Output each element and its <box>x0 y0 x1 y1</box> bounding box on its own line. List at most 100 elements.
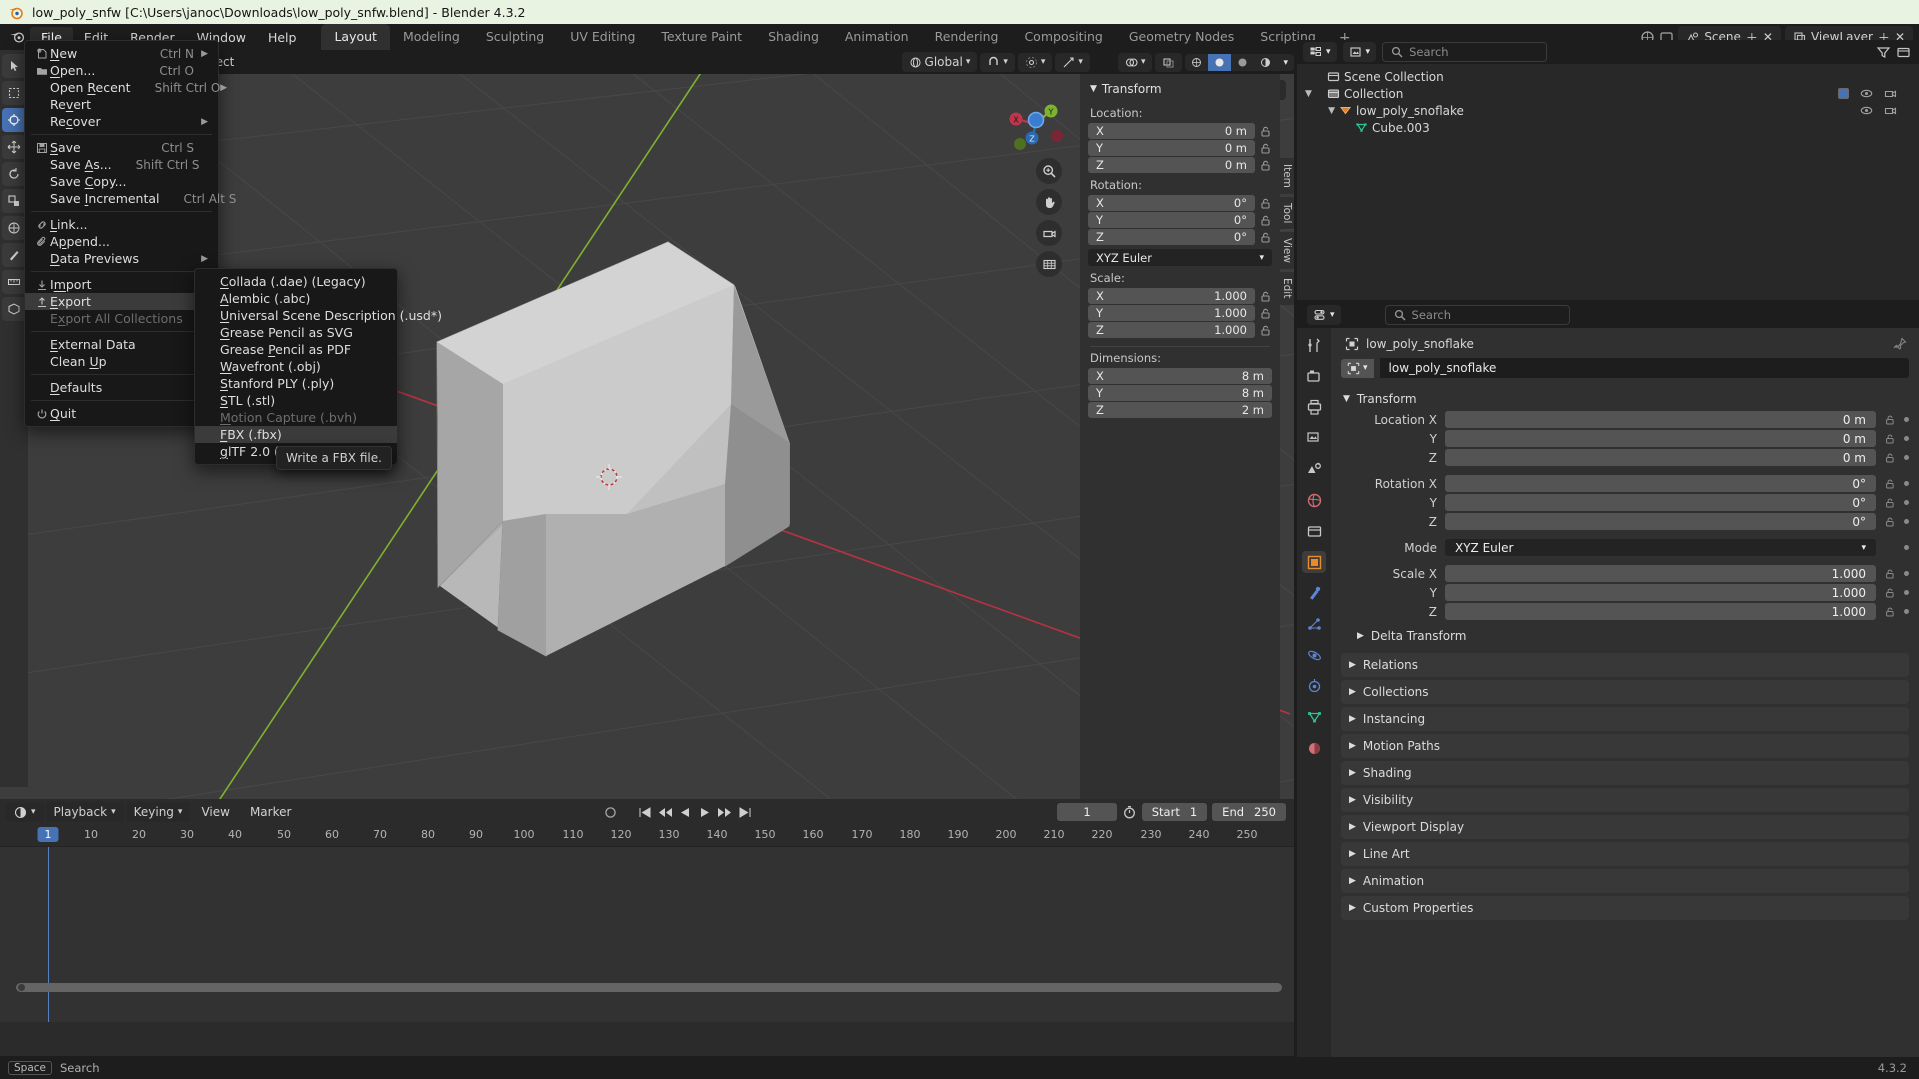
export-item-collada[interactable]: Collada (.dae) (Legacy) <box>195 273 397 290</box>
jump-end-button[interactable] <box>737 805 754 820</box>
menu-item-data-previews[interactable]: Data Previews ▶ <box>25 250 218 267</box>
menu-help[interactable]: Help <box>257 27 308 48</box>
tool-tweak[interactable] <box>2 54 26 78</box>
tool-move[interactable] <box>2 135 26 159</box>
scale-y-field[interactable]: Y 1.000 <box>1088 305 1255 321</box>
tab-shading[interactable]: Shading <box>755 24 832 50</box>
playhead-line[interactable] <box>48 847 49 1022</box>
prop-value[interactable]: 1.000 <box>1445 603 1876 620</box>
tab-uv-editing[interactable]: UV Editing <box>557 24 648 50</box>
side-tab-item[interactable]: Item <box>1280 158 1294 194</box>
animate-dot-icon[interactable] <box>1904 455 1909 460</box>
tab-world[interactable] <box>1302 489 1326 511</box>
rotation-y-field[interactable]: Y 0° <box>1088 212 1255 228</box>
outliner-row-collection[interactable]: ▼ Collection <box>1297 85 1919 102</box>
lock-icon[interactable] <box>1884 516 1896 528</box>
dimensions-x-row[interactable]: X 8 m <box>1088 368 1272 384</box>
prop-value[interactable]: 0° <box>1445 513 1876 530</box>
rotation-mode-dropdown[interactable]: XYZ Euler ▾ <box>1088 249 1272 266</box>
panel-custom-properties[interactable]: ▶Custom Properties <box>1341 896 1909 920</box>
location-z-field[interactable]: Z 0 m <box>1088 157 1255 173</box>
menu-item-revert[interactable]: Revert <box>25 96 218 113</box>
tab-object-data[interactable] <box>1302 706 1326 728</box>
lock-icon[interactable] <box>1884 478 1896 490</box>
prop-scale-x[interactable]: Scale X 1.000 <box>1341 565 1909 582</box>
panel-relations[interactable]: ▶Relations <box>1341 653 1909 677</box>
tab-layout[interactable]: Layout <box>321 24 390 50</box>
rotation-y-row[interactable]: Y 0° <box>1088 212 1272 228</box>
jump-start-button[interactable] <box>636 805 653 820</box>
menu-item-defaults[interactable]: Defaults ▶ <box>25 379 218 396</box>
camera-icon[interactable] <box>1036 220 1062 246</box>
outliner-display-mode[interactable]: ▾ <box>1303 42 1337 62</box>
tab-collection[interactable] <box>1302 520 1326 542</box>
side-tab-edit[interactable]: Edit <box>1280 272 1294 304</box>
lock-icon[interactable] <box>1884 497 1896 509</box>
eye-icon[interactable] <box>1860 87 1873 100</box>
shading-solid[interactable] <box>1208 54 1231 71</box>
grid-ortho-icon[interactable] <box>1036 251 1062 277</box>
prop-value[interactable]: 1.000 <box>1445 565 1876 582</box>
panel-shading[interactable]: ▶Shading <box>1341 761 1909 785</box>
lock-icon[interactable] <box>1259 214 1272 227</box>
export-item-gpencil-pdf[interactable]: Grease Pencil as PDF <box>195 341 397 358</box>
shading-material[interactable] <box>1231 54 1254 71</box>
rotation-x-row[interactable]: X 0° <box>1088 195 1272 211</box>
prop-rotation-mode-dropdown[interactable]: XYZ Euler ▾ <box>1445 539 1876 556</box>
animate-dot-icon[interactable] <box>1904 590 1909 595</box>
prop-rotation-mode[interactable]: Mode XYZ Euler ▾ <box>1341 539 1909 556</box>
filter-icon[interactable] <box>1876 45 1891 60</box>
auto-keying-icon[interactable] <box>603 805 618 820</box>
menu-item-link[interactable]: Link... <box>25 216 218 233</box>
tab-render[interactable] <box>1302 365 1326 387</box>
panel-instancing[interactable]: ▶Instancing <box>1341 707 1909 731</box>
lock-icon[interactable] <box>1259 142 1272 155</box>
panel-collections[interactable]: ▶Collections <box>1341 680 1909 704</box>
tab-compositing[interactable]: Compositing <box>1011 24 1115 50</box>
pin-icon[interactable] <box>1893 337 1907 351</box>
tab-sculpting[interactable]: Sculpting <box>473 24 557 50</box>
lock-icon[interactable] <box>1884 568 1896 580</box>
menu-item-open[interactable]: Open... Ctrl O <box>25 62 218 79</box>
frame-end-field[interactable]: End 250 <box>1212 803 1286 821</box>
timeline-menu-playback[interactable]: Playback▾ <box>46 802 124 822</box>
next-keyframe-button[interactable] <box>716 805 733 820</box>
outliner-search-input[interactable]: Search <box>1382 42 1547 62</box>
menu-item-new[interactable]: New Ctrl N ▶ <box>25 45 218 62</box>
rotation-x-field[interactable]: X 0° <box>1088 195 1255 211</box>
transform-orientation-selector[interactable]: Global ▾ <box>902 52 978 72</box>
prop-value[interactable]: 0 m <box>1445 430 1876 447</box>
export-item-stanford-ply[interactable]: Stanford PLY (.ply) <box>195 375 397 392</box>
n-panel-header[interactable]: ▼ Transform <box>1088 80 1272 102</box>
prev-keyframe-button[interactable] <box>657 805 674 820</box>
menu-item-save-as[interactable]: Save As... Shift Ctrl S <box>25 156 218 173</box>
animate-dot-icon[interactable] <box>1904 609 1909 614</box>
animate-dot-icon[interactable] <box>1904 500 1909 505</box>
rotation-mode-row[interactable]: XYZ Euler ▾ <box>1088 249 1272 266</box>
object-type-icon[interactable]: ▾ <box>1341 359 1374 378</box>
navigation-gizmo[interactable]: X Y Z <box>1006 94 1066 154</box>
prop-rotation-y[interactable]: Y 0° <box>1341 494 1909 511</box>
side-tab-tool[interactable]: Tool <box>1280 197 1294 229</box>
lock-icon[interactable] <box>1884 414 1896 426</box>
tab-object[interactable] <box>1302 551 1326 573</box>
play-button[interactable] <box>697 805 712 820</box>
menu-item-open-recent[interactable]: Open Recent Shift Ctrl O ▶ <box>25 79 218 96</box>
timeline-menu-view[interactable]: View <box>192 802 238 822</box>
dimensions-x-field[interactable]: X 8 m <box>1088 368 1272 384</box>
lock-icon[interactable] <box>1259 307 1272 320</box>
menu-item-recover[interactable]: Recover ▶ <box>25 113 218 130</box>
camera-render-icon[interactable] <box>1884 104 1897 117</box>
outliner-row-low-poly-snoflake[interactable]: ▼ low_poly_snoflake <box>1297 102 1919 119</box>
frame-start-field[interactable]: Start 1 <box>1142 803 1207 821</box>
zoom-icon[interactable] <box>1036 158 1062 184</box>
prop-value[interactable]: 1.000 <box>1445 584 1876 601</box>
use-preview-range-icon[interactable] <box>1122 805 1137 820</box>
tool-measure[interactable] <box>2 270 26 294</box>
prop-value[interactable]: 0° <box>1445 494 1876 511</box>
location-x-row[interactable]: X 0 m <box>1088 123 1272 139</box>
export-submenu[interactable]: Collada (.dae) (Legacy) Alembic (.abc) U… <box>194 268 398 465</box>
lock-icon[interactable] <box>1259 324 1272 337</box>
prop-scale-z[interactable]: Z 1.000 <box>1341 603 1909 620</box>
tab-modeling[interactable]: Modeling <box>390 24 473 50</box>
